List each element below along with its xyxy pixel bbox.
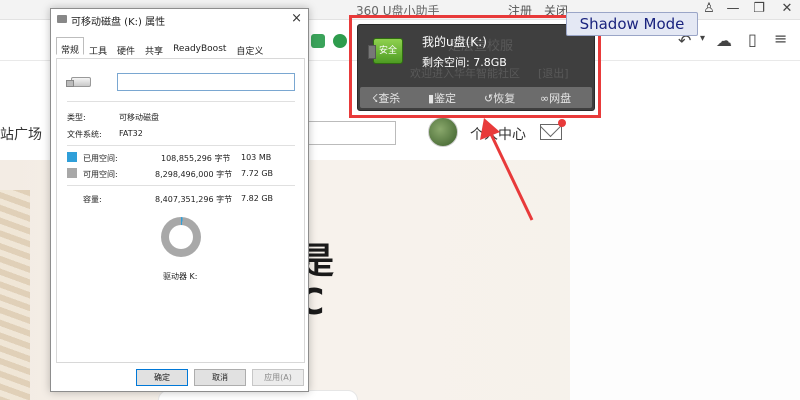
site-search-input[interactable] <box>306 121 396 145</box>
filesystem-value: FAT32 <box>119 129 143 138</box>
minimize-icon[interactable]: — <box>722 1 744 16</box>
general-tab-panel: 类型: 可移动磁盘 文件系统: FAT32 已用空间: 108,855,296 … <box>56 58 305 363</box>
divider <box>67 101 295 102</box>
arrow-shaft <box>488 131 534 221</box>
drive-name-input[interactable] <box>117 73 295 91</box>
free-space-bytes: 8,298,496,000 字节 <box>155 170 233 179</box>
free-space-size: 7.72 GB <box>241 169 274 178</box>
mobile-icon[interactable]: ▯ <box>748 30 757 49</box>
notification-dot <box>558 119 566 127</box>
used-space-swatch <box>67 152 77 162</box>
ok-button[interactable]: 确定 <box>136 369 188 386</box>
arrow-head <box>480 118 500 140</box>
dialog-title-bar[interactable]: 可移动磁盘 (K:) 属性 × <box>51 9 308 31</box>
tab-hardware[interactable]: 硬件 <box>112 39 140 57</box>
used-space-bytes: 108,855,296 字节 <box>161 154 231 163</box>
menu-icon[interactable]: ≡ <box>774 29 787 48</box>
properties-dialog: 可移动磁盘 (K:) 属性 × 常规 工具 硬件 共享 ReadyBoost 自… <box>50 8 309 392</box>
mail-icon[interactable] <box>540 124 562 140</box>
drive-letter-label: 驱动器 K: <box>163 272 198 281</box>
chevron-down-icon[interactable]: ▾ <box>700 33 705 44</box>
cancel-button[interactable]: 取消 <box>194 369 246 386</box>
extension-icon[interactable] <box>311 34 325 48</box>
divider <box>67 145 295 146</box>
divider <box>67 185 295 186</box>
extension-icon[interactable] <box>333 34 347 48</box>
shirt-icon[interactable]: ♙ <box>698 1 720 16</box>
type-value: 可移动磁盘 <box>119 113 159 122</box>
capacity-label: 容量: <box>83 195 102 204</box>
used-space-size: 103 MB <box>241 153 272 162</box>
window-close-icon[interactable]: ✕ <box>776 1 798 16</box>
capacity-bytes: 8,407,351,296 字节 <box>155 195 233 204</box>
disk-usage-chart <box>161 217 201 257</box>
filesystem-label: 文件系统: <box>67 130 102 139</box>
capacity-size: 7.82 GB <box>241 194 274 203</box>
shadow-mode-badge: Shadow Mode <box>566 12 698 36</box>
drive-icon <box>57 15 67 23</box>
used-space-label: 已用空间: <box>83 154 118 163</box>
free-space-label: 可用空间: <box>83 170 118 179</box>
tab-readyboost[interactable]: ReadyBoost <box>168 39 231 54</box>
dialog-title: 可移动磁盘 (K:) 属性 <box>71 17 166 28</box>
annotation-arrow <box>480 118 534 221</box>
tab-sharing[interactable]: 共享 <box>140 39 168 57</box>
tab-tools[interactable]: 工具 <box>84 39 112 57</box>
site-plaza-link[interactable]: 站广场 <box>0 124 42 144</box>
tab-general[interactable]: 常规 <box>56 37 85 56</box>
restore-icon[interactable]: ❐ <box>748 1 770 16</box>
dialog-tabs: 常规 工具 硬件 共享 ReadyBoost 自定义 <box>56 37 268 59</box>
usb-drive-icon <box>66 77 91 87</box>
tab-customize[interactable]: 自定义 <box>231 39 268 57</box>
free-space-swatch <box>67 168 77 178</box>
type-label: 类型: <box>67 113 86 122</box>
highlight-frame <box>349 15 601 118</box>
avatar[interactable] <box>428 117 458 147</box>
cloud-icon[interactable]: ☁ <box>716 31 732 50</box>
banner-decoration <box>0 190 30 400</box>
banner-right-panel <box>570 160 800 400</box>
close-icon[interactable]: × <box>291 11 302 26</box>
apply-button[interactable]: 应用(A) <box>252 369 304 386</box>
